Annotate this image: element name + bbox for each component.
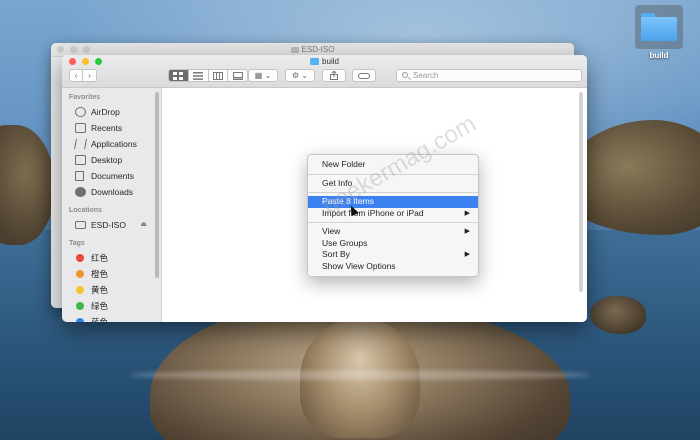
tag-color-dot [76,302,84,310]
icon-grid-icon [173,71,184,80]
back-button[interactable]: ‹ [69,69,83,82]
eject-icon[interactable]: ⏏ [140,217,147,233]
search-icon [402,72,408,78]
icon-view-button[interactable] [169,70,189,81]
gallery-view-button[interactable] [228,70,247,81]
sidebar-tag-red[interactable]: 红色 [62,250,161,266]
window-title: build [62,57,587,66]
column-view-button[interactable] [209,70,229,81]
sidebar-tag-green[interactable]: 绿色 [62,298,161,314]
search-input[interactable]: Search [396,69,582,82]
desktop-folder-label: build [649,51,669,60]
applications-icon [74,139,87,149]
tag-color-dot [76,270,84,278]
rock [590,296,646,334]
tag-color-dot [76,254,84,262]
recents-icon [75,123,86,133]
sidebar-item-applications[interactable]: Applications [62,136,161,152]
columns-icon [212,71,223,80]
submenu-arrow-icon: ▶ [464,228,470,235]
gear-icon: ⚙ ⌄ [291,71,309,80]
gallery-icon [232,71,243,80]
tag-color-dot [76,318,84,322]
documents-icon [75,171,84,181]
menu-item-use-groups[interactable]: Use Groups [308,238,478,250]
content-scrollbar[interactable] [579,92,583,292]
sidebar-section-locations: Locations [69,207,103,214]
sidebar: Favorites AirDrop Recents Applications D… [62,88,162,322]
share-button[interactable] [322,69,346,82]
downloads-icon [75,187,86,197]
action-menu-button[interactable]: ⚙ ⌄ [285,69,315,82]
sidebar-item-airdrop[interactable]: AirDrop [62,104,161,120]
sidebar-item-downloads[interactable]: Downloads [62,184,161,200]
chevron-left-icon: ‹ [74,71,78,80]
group-by-button[interactable]: ▦ ⌄ [248,69,278,82]
list-icon [193,71,204,80]
folder-icon [310,58,320,65]
view-mode-control[interactable] [168,69,248,82]
window-title: ESD-ISO [51,45,574,54]
sidebar-item-documents[interactable]: Documents [62,168,161,184]
sidebar-section-favorites: Favorites [69,94,101,101]
sea-foam [130,370,590,380]
desktop-icon [75,155,86,165]
sidebar-item-recents[interactable]: Recents [62,120,161,136]
menu-item-view[interactable]: View ▶ [308,226,478,238]
disk-icon [290,47,299,53]
sidebar-tag-blue[interactable]: 蓝色 [62,314,161,322]
airdrop-icon [75,107,86,117]
search-placeholder: Search [413,71,439,80]
sidebar-tag-orange[interactable]: 橙色 [62,266,161,282]
sidebar-tag-yellow[interactable]: 黄色 [62,282,161,298]
menu-item-show-view-options[interactable]: Show View Options [308,261,478,273]
submenu-arrow-icon: ▶ [464,251,470,258]
disk-icon [75,221,86,229]
tag-color-dot [76,286,84,294]
submenu-arrow-icon: ▶ [464,209,470,217]
menu-item-sort-by[interactable]: Sort By ▶ [308,249,478,261]
sidebar-item-desktop[interactable]: Desktop [62,152,161,168]
forward-button[interactable]: › [83,69,97,82]
tags-button[interactable] [352,69,376,82]
menu-separator [308,222,478,223]
share-icon [330,71,338,80]
folder-icon [641,13,677,41]
desktop-folder-build[interactable]: build [633,5,685,63]
sidebar-scrollbar[interactable] [155,92,159,278]
chevron-right-icon: › [88,71,91,80]
titlebar[interactable]: build ‹ › ▦ ⌄ ⚙ ⌄ Search [62,55,587,88]
sidebar-item-esd-iso[interactable]: ESD-ISO ⏏ [62,217,161,233]
tag-icon [358,72,370,79]
group-icon: ▦ ⌄ [254,71,272,80]
list-view-button[interactable] [189,70,209,81]
sidebar-section-tags: Tags [69,240,85,247]
